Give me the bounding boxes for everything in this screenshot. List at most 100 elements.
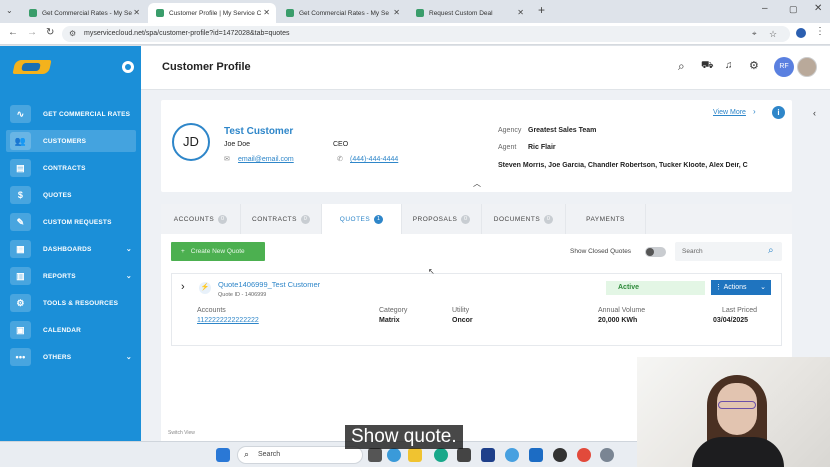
sidebar-item-tools-resources[interactable]: ⚙ TOOLS & RESOURCES: [6, 292, 136, 314]
collapse-right-panel-icon[interactable]: ‹: [813, 108, 816, 118]
email-link[interactable]: email@email.com: [238, 156, 294, 163]
dashboard-icon: ▦: [10, 240, 31, 258]
maximize-icon[interactable]: ▢: [789, 4, 798, 15]
url-field[interactable]: ⚙ myservicecloud.net/spa/customer-profil…: [62, 26, 790, 42]
search-icon[interactable]: ⌕: [678, 59, 685, 74]
browser-tab-3[interactable]: Get Commercial Rates - My Se ✕: [278, 3, 406, 23]
agent-value: Ric Flair: [528, 144, 556, 151]
contact-title: CEO: [333, 141, 349, 148]
sidebar-item-dashboards[interactable]: ▦ DASHBOARDS ⌄: [6, 238, 136, 260]
settings-app-icon[interactable]: [600, 448, 614, 462]
start-icon[interactable]: [216, 448, 230, 462]
tab-accounts[interactable]: ACCOUNTS 0: [161, 204, 241, 234]
profile-photo[interactable]: [797, 57, 817, 77]
widget-icon[interactable]: [368, 448, 382, 462]
browser-tab-2[interactable]: Customer Profile | My Service C ✕: [148, 3, 276, 23]
window-close-icon[interactable]: ✕: [814, 3, 822, 14]
tab-list-icon[interactable]: ⌄: [6, 6, 13, 15]
file-explorer-icon[interactable]: [408, 448, 422, 462]
bookmark-star-icon[interactable]: ☆: [769, 26, 777, 42]
actions-button[interactable]: ⋮ Actions ⌄: [711, 280, 771, 295]
tab-quotes[interactable]: QUOTES 1: [322, 204, 402, 234]
profile-icon[interactable]: [796, 28, 806, 38]
site-info-icon[interactable]: ⚙: [69, 26, 76, 42]
phone-link[interactable]: (444)-444-4444: [350, 156, 398, 163]
forward-icon[interactable]: →: [27, 27, 37, 38]
quote-icon: $: [10, 186, 31, 204]
sidebar-item-reports[interactable]: ▥ REPORTS ⌄: [6, 265, 136, 287]
browser-tab-4[interactable]: Request Custom Deal ✕: [408, 3, 530, 23]
quote-title-link[interactable]: Quote1406999_Test Customer: [218, 280, 320, 289]
collapse-chevron-icon[interactable]: ︿: [473, 178, 481, 189]
new-tab-icon[interactable]: +: [538, 3, 545, 17]
tab-count-badge: 0: [218, 214, 228, 224]
tab-documents[interactable]: DOCUMENTS 0: [482, 204, 566, 234]
agent-label: Agent: [498, 144, 517, 151]
quote-type-icon: ⚡: [199, 282, 211, 294]
app-dark-icon[interactable]: [553, 448, 567, 462]
browser-menu-icon[interactable]: ⋮: [815, 26, 825, 37]
location-icon[interactable]: ⌖: [752, 26, 757, 42]
tab-favicon-icon: [156, 9, 164, 17]
sidebar-item-get-commercial-rates[interactable]: ∿ GET COMMERCIAL RATES: [6, 103, 136, 125]
chrome-icon[interactable]: [577, 448, 591, 462]
outlook-icon[interactable]: [529, 448, 543, 462]
tab-count-badge: 0: [461, 214, 471, 224]
sidebar-item-quotes[interactable]: $ QUOTES: [6, 184, 136, 206]
tab-close-icon[interactable]: ✕: [393, 8, 400, 17]
minimize-icon[interactable]: –: [762, 3, 768, 14]
sidebar-item-label: CUSTOMERS: [43, 137, 87, 145]
reload-icon[interactable]: ↻: [46, 27, 54, 38]
sidebar-item-others[interactable]: ••• OTHERS ⌄: [6, 346, 136, 368]
bell-icon[interactable]: ♫: [725, 60, 733, 71]
back-icon[interactable]: ←: [8, 27, 18, 38]
expand-chevron-icon[interactable]: ›: [181, 281, 185, 293]
browser-tab-1[interactable]: Get Commercial Rates - My Se ✕: [21, 3, 146, 23]
show-closed-toggle[interactable]: [645, 247, 666, 257]
browser-icon[interactable]: [387, 448, 401, 462]
store-icon[interactable]: [457, 448, 471, 462]
contact-name: Joe Doe: [224, 141, 251, 148]
tab-payments[interactable]: PAYMENTS: [566, 204, 646, 234]
sidebar-item-customers[interactable]: 👥 CUSTOMERS: [6, 130, 136, 152]
tab-label: QUOTES: [339, 215, 371, 223]
tab-contracts[interactable]: CONTRACTS 0: [241, 204, 322, 234]
sidebar-item-calendar[interactable]: ▣ CALENDAR: [6, 319, 136, 341]
app-blue-icon[interactable]: [505, 448, 519, 462]
info-icon[interactable]: i: [772, 106, 785, 119]
email-icon: ✉: [224, 156, 230, 163]
settings-gear-icon[interactable]: ⚙: [749, 59, 759, 72]
tab-close-icon[interactable]: ✕: [517, 8, 524, 17]
pulse-icon: ∿: [10, 105, 31, 123]
tab-proposals[interactable]: PROPOSALS 0: [402, 204, 482, 234]
presenter-glasses: [718, 401, 756, 409]
search-quotes-input[interactable]: Search ⌕: [675, 242, 782, 261]
taskbar-search-placeholder: Search: [258, 451, 281, 458]
utility-value: Oncor: [452, 317, 473, 324]
create-new-quote-button[interactable]: + Create New Quote: [171, 242, 265, 261]
app-l-icon[interactable]: [481, 448, 495, 462]
collapse-sidebar-button[interactable]: [122, 61, 134, 73]
tab-title: Get Commercial Rates - My Se: [299, 9, 389, 17]
sidebar-item-custom-requests[interactable]: ✎ CUSTOM REQUESTS: [6, 211, 136, 233]
edge-icon[interactable]: [434, 448, 448, 462]
sidebar-item-contracts[interactable]: ▤ CONTRACTS: [6, 157, 136, 179]
tab-close-icon[interactable]: ✕: [133, 8, 140, 17]
tab-label: DOCUMENTS: [493, 215, 541, 223]
tab-close-icon[interactable]: ✕: [263, 8, 270, 17]
show-closed-label: Show Closed Quotes: [570, 248, 632, 255]
tab-title: Customer Profile | My Service C: [169, 9, 262, 17]
quote-card[interactable]: › ⚡ Quote1406999_Test Customer Quote ID …: [171, 273, 782, 346]
team-members: Steven Morris, Joe Garcia, Chandler Robe…: [498, 162, 748, 169]
category-value: Matrix: [379, 317, 400, 324]
annual-volume-value: 20,000 KWh: [598, 317, 638, 324]
accounts-link[interactable]: 1122222222222222: [197, 317, 259, 324]
view-more-link[interactable]: View More: [713, 109, 746, 116]
url-text: myservicecloud.net/spa/customer-profile?…: [84, 30, 290, 37]
car-icon[interactable]: ⛟: [701, 60, 714, 73]
user-avatar[interactable]: RF: [774, 57, 794, 77]
chevron-down-icon: ⌄: [125, 354, 132, 361]
status-badge: Active: [606, 281, 705, 295]
switch-view-link[interactable]: Switch View: [168, 430, 195, 436]
customer-name[interactable]: Test Customer: [224, 126, 293, 137]
